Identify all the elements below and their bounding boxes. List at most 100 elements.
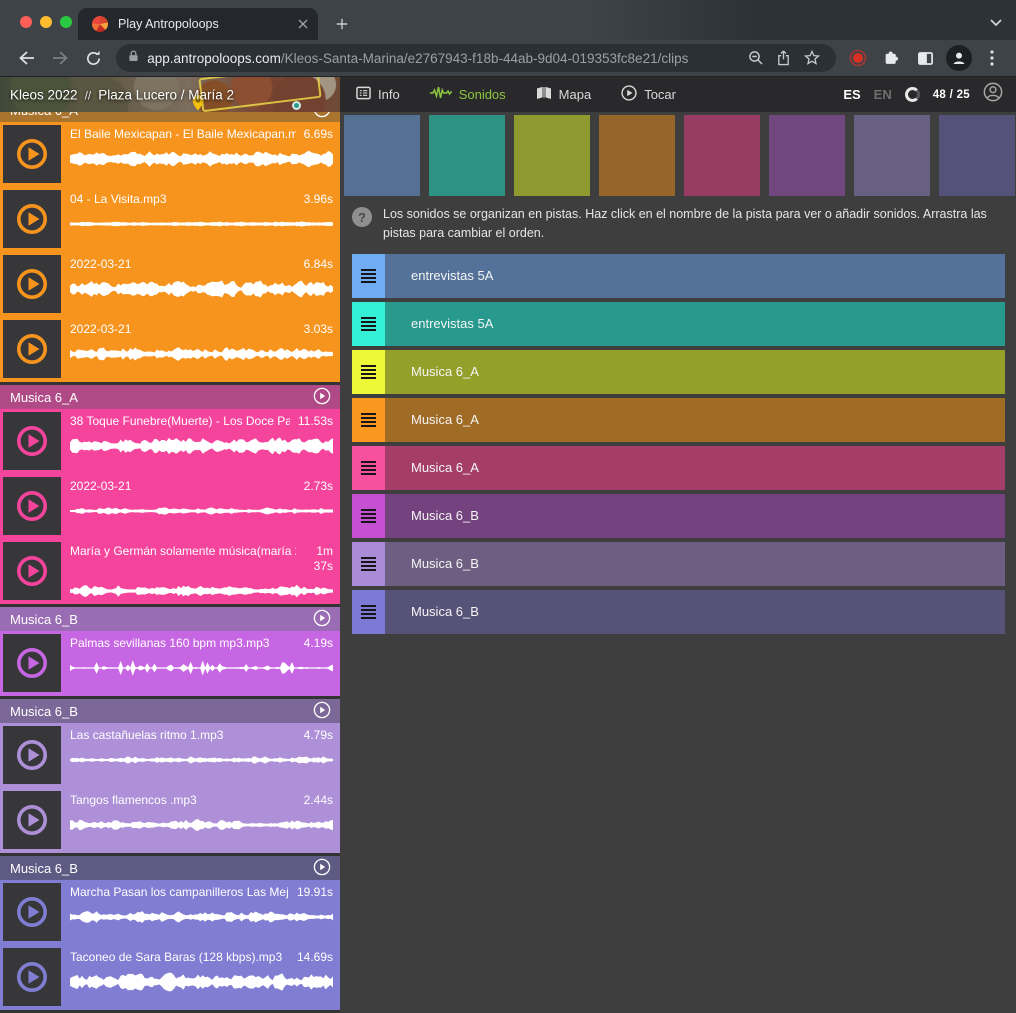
browser-tab[interactable]: Play Antropoloops — [78, 8, 318, 40]
audio-clip[interactable]: Taconeo de Sara Baras (128 kbps).mp3 14.… — [0, 948, 340, 1010]
profile-avatar[interactable] — [946, 45, 972, 71]
track-drag-handle[interactable] — [352, 446, 385, 490]
tab-mapa[interactable]: Mapa — [536, 86, 592, 103]
clip-play-button[interactable] — [3, 791, 61, 849]
track-row[interactable]: Musica 6_A — [352, 350, 1005, 394]
reload-button[interactable] — [77, 44, 110, 72]
clip-title: María y Germán solamente música(maría 2.… — [70, 544, 296, 559]
new-tab-button[interactable] — [330, 12, 354, 36]
track-section-header[interactable]: Musica 6_B — [0, 699, 340, 723]
track-name-button[interactable]: Musica 6_A — [385, 350, 1005, 394]
track-row[interactable]: Musica 6_B — [352, 542, 1005, 586]
track-name-button[interactable]: entrevistas 5A — [385, 302, 1005, 346]
clip-play-button[interactable] — [3, 320, 61, 378]
audio-clip[interactable]: Las castañuelas ritmo 1.mp3 4.79s — [0, 726, 340, 788]
track-drag-handle[interactable] — [352, 254, 385, 298]
window-minimize-button[interactable] — [40, 16, 52, 28]
track-drag-handle[interactable] — [352, 398, 385, 442]
zoom-out-icon[interactable] — [742, 46, 770, 70]
browser-tabstrip: Play Antropoloops — [0, 0, 1016, 40]
audio-clip[interactable]: 38 Toque Funebre(Muerte) - Los Doce Par.… — [0, 412, 340, 474]
track-section-header[interactable]: Musica 6_A — [0, 385, 340, 409]
tab-tocar[interactable]: Tocar — [621, 85, 676, 104]
side-panel-icon[interactable] — [912, 46, 940, 70]
clip-play-button[interactable] — [3, 190, 61, 248]
audio-clip[interactable]: María y Germán solamente música(maría 2.… — [0, 542, 340, 604]
track-section-name[interactable]: Musica 6_B — [10, 704, 78, 719]
track-name-button[interactable]: Musica 6_B — [385, 590, 1005, 634]
clip-duration: 6.69s — [304, 127, 333, 142]
tab-close-icon[interactable] — [298, 19, 308, 29]
track-name-button[interactable]: Musica 6_B — [385, 494, 1005, 538]
tab-search-chevron-icon[interactable] — [990, 14, 1002, 32]
track-section-name[interactable]: Musica 6_B — [10, 612, 78, 627]
breadcrumb-project[interactable]: Kleos 2022 — [10, 87, 78, 102]
clip-play-button[interactable] — [3, 883, 61, 941]
clip-play-button[interactable] — [3, 634, 61, 692]
extensions-puzzle-icon[interactable] — [878, 46, 906, 70]
audio-clip[interactable]: 2022-03-21 6.84s — [0, 255, 340, 317]
track-section-header[interactable]: Musica 6_B — [0, 856, 340, 880]
audio-clip[interactable]: 2022-03-21 2.73s — [0, 477, 340, 539]
track-drag-handle[interactable] — [352, 302, 385, 346]
back-button[interactable] — [10, 44, 43, 72]
track-drag-handle[interactable] — [352, 542, 385, 586]
header-right-cluster: ES EN 48 / 25 — [843, 82, 1016, 107]
lang-en-button[interactable]: EN — [874, 87, 892, 102]
section-play-icon[interactable] — [313, 858, 331, 879]
audio-clip[interactable]: El Baile Mexicapan - El Baile Mexicapan.… — [0, 125, 340, 187]
section-play-icon[interactable] — [313, 609, 331, 630]
audio-clip[interactable]: 2022-03-21 3.03s — [0, 320, 340, 382]
track-row[interactable]: entrevistas 5A — [352, 302, 1005, 346]
clip-play-button[interactable] — [3, 948, 61, 1006]
track-section-header[interactable]: Musica 6_A — [0, 112, 340, 122]
track-name-button[interactable]: Musica 6_B — [385, 542, 1005, 586]
section-play-icon[interactable] — [313, 112, 331, 121]
audio-clip[interactable]: Palmas sevillanas 160 bpm mp3.mp3 4.19s — [0, 634, 340, 696]
clip-play-button[interactable] — [3, 255, 61, 313]
track-section-name[interactable]: Musica 6_A — [10, 112, 78, 118]
url-bar[interactable]: app.antropoloops.com/Kleos-Santa-Marina/… — [116, 44, 836, 72]
section-play-icon[interactable] — [313, 701, 331, 722]
track-row[interactable]: entrevistas 5A — [352, 254, 1005, 298]
lang-es-button[interactable]: ES — [843, 87, 860, 102]
track-name-button[interactable]: entrevistas 5A — [385, 254, 1005, 298]
clip-section: Musica 6_A 38 Toque Funebre(Muerte) - Lo… — [0, 385, 340, 604]
window-close-button[interactable] — [20, 16, 32, 28]
tab-info[interactable]: Info — [356, 86, 400, 103]
drag-handle-icon — [361, 365, 376, 379]
clip-section: Musica 6_A El Baile Mexicapan - El Baile… — [0, 112, 340, 382]
clip-play-button[interactable] — [3, 542, 61, 600]
track-section-header[interactable]: Musica 6_B — [0, 607, 340, 631]
clip-play-button[interactable] — [3, 477, 61, 535]
audio-clip[interactable]: 04 - La Visita.mp3 3.96s — [0, 190, 340, 252]
clip-play-button[interactable] — [3, 125, 61, 183]
audio-clip[interactable]: Marcha Pasan los campanilleros Las Mejor… — [0, 883, 340, 945]
share-icon[interactable] — [770, 46, 798, 70]
track-row[interactable]: Musica 6_B — [352, 494, 1005, 538]
window-zoom-button[interactable] — [60, 16, 72, 28]
audio-clip[interactable]: Tangos flamencos .mp3 2.44s — [0, 791, 340, 853]
track-row[interactable]: Musica 6_A — [352, 398, 1005, 442]
track-drag-handle[interactable] — [352, 350, 385, 394]
bookmark-star-icon[interactable] — [798, 46, 826, 70]
browser-menu-kebab-icon[interactable] — [978, 46, 1006, 70]
track-name-button[interactable]: Musica 6_A — [385, 446, 1005, 490]
clip-play-button[interactable] — [3, 412, 61, 470]
track-row[interactable]: Musica 6_B — [352, 590, 1005, 634]
breadcrumb-page[interactable]: Plaza Lucero / María 2 — [98, 87, 234, 102]
section-play-icon[interactable] — [313, 387, 331, 408]
track-name: Musica 6_A — [411, 412, 479, 427]
track-drag-handle[interactable] — [352, 590, 385, 634]
track-drag-handle[interactable] — [352, 494, 385, 538]
track-section-name[interactable]: Musica 6_B — [10, 861, 78, 876]
clip-play-button[interactable] — [3, 726, 61, 784]
track-name-button[interactable]: Musica 6_A — [385, 398, 1005, 442]
account-icon[interactable] — [983, 82, 1003, 107]
play-icon — [14, 959, 50, 995]
track-row[interactable]: Musica 6_A — [352, 446, 1005, 490]
tab-sonidos[interactable]: Sonidos — [430, 86, 506, 103]
record-extension-icon[interactable] — [844, 46, 872, 70]
track-section-name[interactable]: Musica 6_A — [10, 390, 78, 405]
forward-button[interactable] — [43, 44, 76, 72]
